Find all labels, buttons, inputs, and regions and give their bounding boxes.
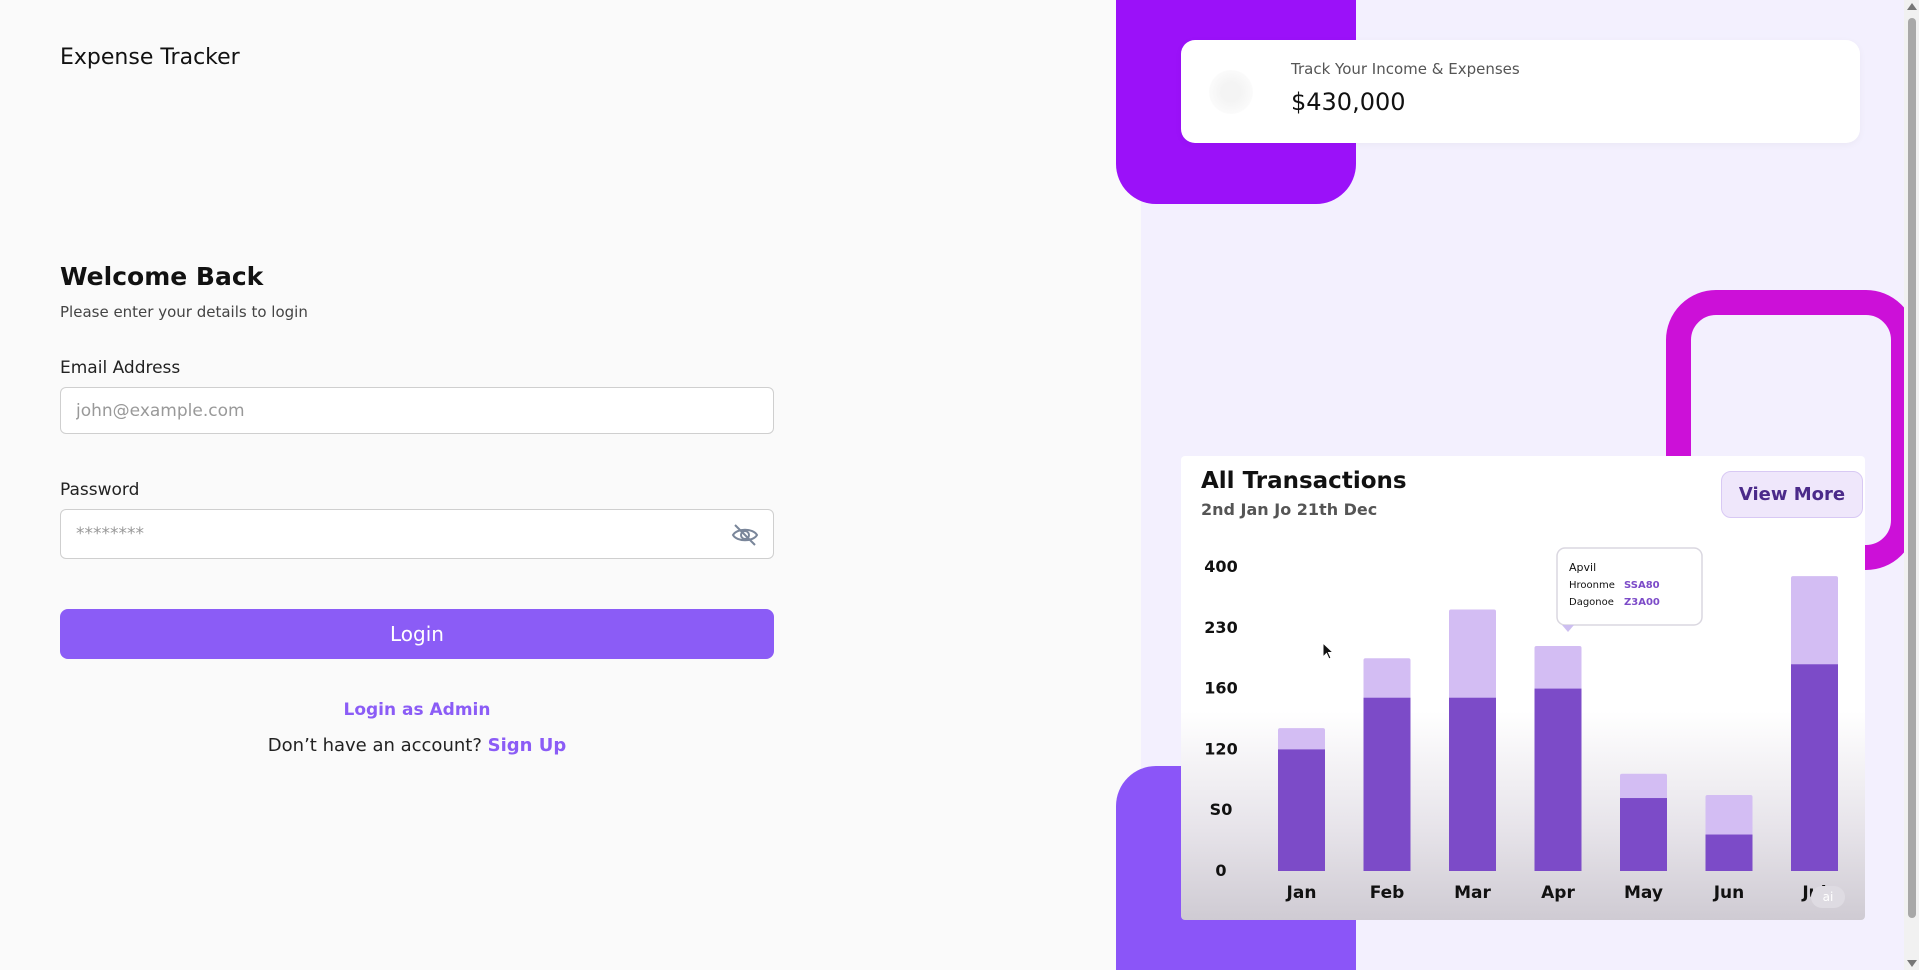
x-tick-label: Jan <box>1286 883 1317 903</box>
scroll-up-icon[interactable] <box>1907 3 1917 10</box>
signup-prompt: Don’t have an account? <box>267 735 482 756</box>
scroll-down-icon[interactable] <box>1907 960 1917 967</box>
password-label: Password <box>60 480 140 500</box>
tooltip-line1-value: SSA80 <box>1624 580 1660 591</box>
stat-label: Track Your Income & Expenses <box>1291 60 1520 78</box>
income-stat-card: Track Your Income & Expenses $430,000 <box>1181 40 1860 143</box>
email-field[interactable] <box>61 388 773 433</box>
bar-value <box>1363 697 1411 871</box>
page-scrollbar[interactable] <box>1904 0 1919 970</box>
bar-value <box>1791 664 1838 871</box>
x-tick-label: May <box>1624 883 1663 903</box>
tooltip-line2-label: Dagonoe <box>1569 597 1614 608</box>
x-tick-label: Jun <box>1713 883 1745 903</box>
bar-value <box>1278 749 1325 871</box>
bar-value <box>1534 688 1582 871</box>
scrollbar-thumb[interactable] <box>1908 18 1916 918</box>
y-tick-label: 0 <box>1215 861 1226 880</box>
y-tick-label: 230 <box>1204 618 1237 637</box>
ai-badge: ai <box>1811 886 1845 908</box>
wallet-icon <box>1209 70 1253 114</box>
signup-link[interactable]: Sign Up <box>488 735 567 756</box>
tooltip-title: Apvil <box>1569 561 1596 574</box>
x-tick-label: Mar <box>1454 883 1491 903</box>
y-tick-label: 400 <box>1204 557 1237 576</box>
stat-value: $430,000 <box>1291 88 1406 116</box>
y-tick-label: 160 <box>1204 679 1237 698</box>
eye-off-icon[interactable] <box>731 523 759 547</box>
y-tick-label: S0 <box>1210 800 1233 819</box>
bar-value <box>1620 798 1667 871</box>
email-label: Email Address <box>60 358 181 378</box>
password-field[interactable] <box>61 510 773 558</box>
transactions-bar-chart: 0S0120160230400JanFebMarAprMayJunJulApvi… <box>1204 547 1838 903</box>
bar-value <box>1449 697 1496 871</box>
login-as-admin-link[interactable]: Login as Admin <box>60 700 774 720</box>
page-title: Welcome Back <box>60 262 264 291</box>
tooltip-line2-value: Z3A00 <box>1624 597 1660 608</box>
login-button[interactable]: Login <box>60 609 774 659</box>
x-tick-label: Apr <box>1541 883 1575 903</box>
password-field-wrapper <box>60 509 774 559</box>
app-title: Expense Tracker <box>60 45 240 70</box>
email-field-wrapper <box>60 387 774 434</box>
mouse-cursor-icon <box>1322 642 1335 660</box>
y-tick-label: 120 <box>1204 739 1237 758</box>
transactions-card: All Transactions 2nd Jan Jo 21th Dec Vie… <box>1181 456 1865 920</box>
bar-value <box>1705 834 1753 871</box>
chart-tooltip: Apvil Hroonme SSA80 Dagonoe Z3A00 <box>1556 547 1703 632</box>
signup-row: Don’t have an account? Sign Up <box>60 735 774 756</box>
tooltip-line1-label: Hroonme <box>1569 580 1615 591</box>
page-subtitle: Please enter your details to login <box>60 303 308 321</box>
x-tick-label: Feb <box>1370 883 1405 903</box>
